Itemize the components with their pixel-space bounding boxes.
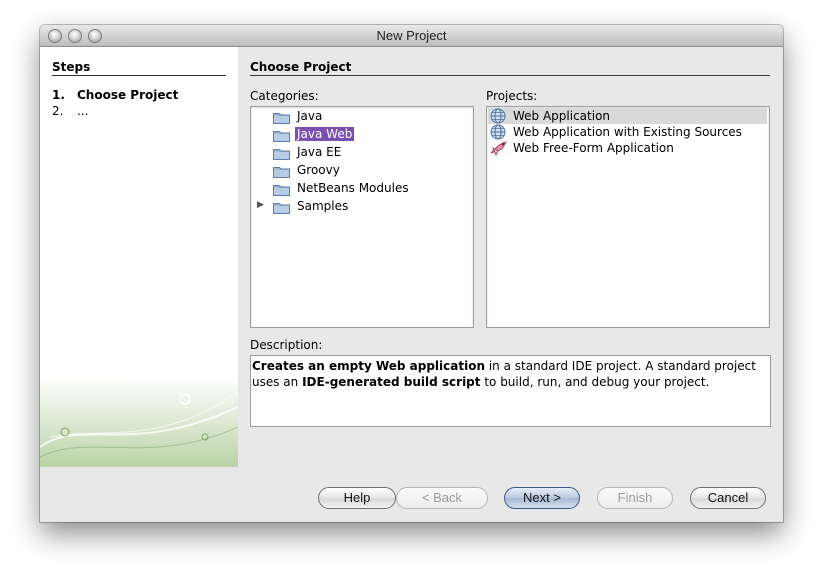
finish-button[interactable]: Finish — [597, 487, 673, 509]
folder-icon — [273, 147, 290, 163]
project-item-web-application[interactable]: Web Application — [488, 108, 767, 124]
categories-label: Categories: — [250, 89, 319, 103]
category-item-netbeans-modules[interactable]: NetBeans Modules — [251, 180, 473, 198]
category-item-java-ee[interactable]: Java EE — [251, 144, 473, 162]
freeform-project-icon — [490, 140, 508, 159]
next-button[interactable]: Next > — [504, 487, 580, 509]
project-item-web-free-form-application[interactable]: Web Free-Form Application — [488, 140, 767, 159]
category-item-java[interactable]: Java — [251, 108, 473, 126]
categories-tree[interactable]: Java Java Web Java EE Groovy NetBeans Mo… — [250, 106, 474, 328]
page-title: Choose Project — [250, 60, 770, 76]
category-item-java-web[interactable]: Java Web — [251, 126, 473, 144]
cancel-button[interactable]: Cancel — [690, 487, 766, 509]
project-item-web-application-existing-sources[interactable]: Web Application with Existing Sources — [488, 124, 767, 140]
folder-icon — [273, 129, 290, 145]
new-project-dialog: New Project Steps 1. Choose Project 2....… — [40, 25, 783, 522]
folder-icon — [273, 201, 290, 217]
back-button[interactable]: < Back — [396, 487, 488, 509]
folder-icon — [273, 111, 290, 127]
folder-icon — [273, 165, 290, 181]
help-button[interactable]: Help — [318, 487, 396, 509]
category-item-groovy[interactable]: Groovy — [251, 162, 473, 180]
projects-label: Projects: — [486, 89, 538, 103]
steps-heading: Steps — [52, 60, 226, 76]
window-title: New Project — [376, 28, 447, 43]
steps-panel: Steps 1. Choose Project 2.... — [40, 47, 238, 467]
title-bar[interactable]: New Project — [40, 25, 783, 47]
step-item-next: 2.... — [52, 104, 89, 118]
decorative-swirl-graphic — [40, 377, 238, 467]
projects-list[interactable]: Web Application Web Application with Exi… — [486, 106, 770, 328]
category-item-samples[interactable]: ▶ Samples — [251, 198, 473, 216]
description-text: Creates an empty Web application in a st… — [250, 355, 771, 427]
step-item-choose-project: 1. Choose Project — [52, 88, 179, 102]
expand-triangle-icon[interactable]: ▶ — [257, 200, 264, 210]
description-label: Description: — [250, 338, 323, 352]
folder-icon — [273, 183, 290, 199]
